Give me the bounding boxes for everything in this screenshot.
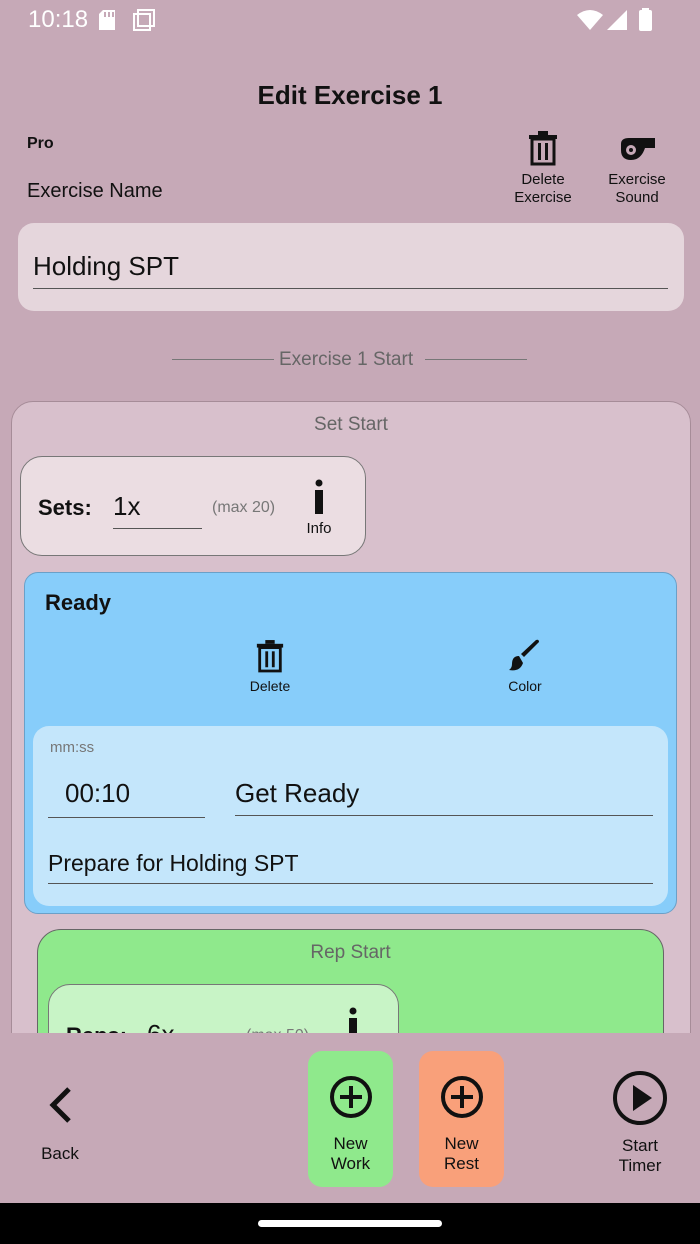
delete-exercise-button[interactable]: Delete Exercise <box>503 130 583 207</box>
exercise-sound-button[interactable]: Exercise Sound <box>597 130 677 207</box>
time-hint: mm:ss <box>50 739 95 756</box>
new-work-label-2: Work <box>330 1154 371 1173</box>
set-start-label: Set Start <box>314 414 388 435</box>
divider-line-left <box>172 359 274 360</box>
trash-icon <box>529 131 557 166</box>
ready-description-input[interactable]: Prepare for Holding SPT <box>48 850 653 884</box>
whistle-icon <box>621 138 655 160</box>
sets-input[interactable]: 1x <box>113 491 202 529</box>
paintbrush-icon <box>509 639 539 671</box>
home-gesture-pill[interactable] <box>258 1220 442 1227</box>
exercise-sound-label-2: Sound <box>615 189 659 206</box>
add-circle-icon <box>440 1076 483 1118</box>
trash-icon <box>256 640 284 673</box>
new-work-label-1: New <box>333 1134 368 1153</box>
start-timer-button[interactable]: Start Timer <box>600 1070 680 1176</box>
info-label: Info <box>306 520 332 537</box>
info-icon <box>315 479 323 514</box>
start-timer-label-1: Start <box>622 1136 658 1155</box>
back-button[interactable]: Back <box>20 1085 100 1164</box>
ready-delete-label: Delete <box>249 678 291 694</box>
rep-start-label: Rep Start <box>310 942 391 963</box>
exercise-sound-label-1: Exercise <box>608 171 666 188</box>
new-work-button[interactable]: New Work <box>308 1051 393 1187</box>
exercise-name-card: Holding SPT <box>18 223 684 311</box>
exercise-start-divider: Exercise 1 Start <box>279 349 414 370</box>
delete-exercise-label-2: Exercise <box>514 189 572 206</box>
ready-delete-button[interactable]: Delete <box>235 639 305 694</box>
add-circle-icon <box>329 1076 372 1118</box>
page-title: Edit Exercise 1 <box>257 80 443 110</box>
sets-info-button[interactable]: Info <box>291 479 347 537</box>
status-time: 10:18 <box>28 6 89 33</box>
cell-signal-icon <box>607 10 627 30</box>
pro-label: Pro <box>27 135 54 152</box>
battery-icon <box>639 8 652 31</box>
exercise-name-input[interactable]: Holding SPT <box>33 251 668 289</box>
sets-max-label: (max 20) <box>212 499 276 516</box>
ready-name-input[interactable]: Get Ready <box>235 778 653 816</box>
ready-color-button[interactable]: Color <box>490 639 560 694</box>
back-label: Back <box>41 1144 79 1163</box>
sd-card-icon <box>99 10 115 30</box>
exercise-name-label: Exercise Name <box>27 180 163 202</box>
ready-color-label: Color <box>508 678 542 694</box>
screenshot-icon <box>133 9 155 31</box>
sets-card: Sets: 1x (max 20) Info <box>20 456 366 556</box>
start-timer-label-2: Timer <box>618 1156 662 1175</box>
sets-label: Sets: <box>38 495 92 520</box>
ready-title: Ready <box>45 590 112 615</box>
ready-fields-card: mm:ss 00:10 Get Ready Prepare for Holdin… <box>33 726 668 906</box>
new-rest-button[interactable]: New Rest <box>419 1051 504 1187</box>
divider-line-right <box>425 359 527 360</box>
play-circle-icon <box>613 1071 667 1125</box>
chevron-left-icon <box>49 1087 71 1123</box>
new-rest-label-1: New <box>444 1134 479 1153</box>
new-rest-label-2: Rest <box>444 1154 479 1173</box>
ready-time-input[interactable]: 00:10 <box>48 778 205 818</box>
delete-exercise-label-1: Delete <box>521 171 565 188</box>
wifi-icon <box>577 10 603 30</box>
